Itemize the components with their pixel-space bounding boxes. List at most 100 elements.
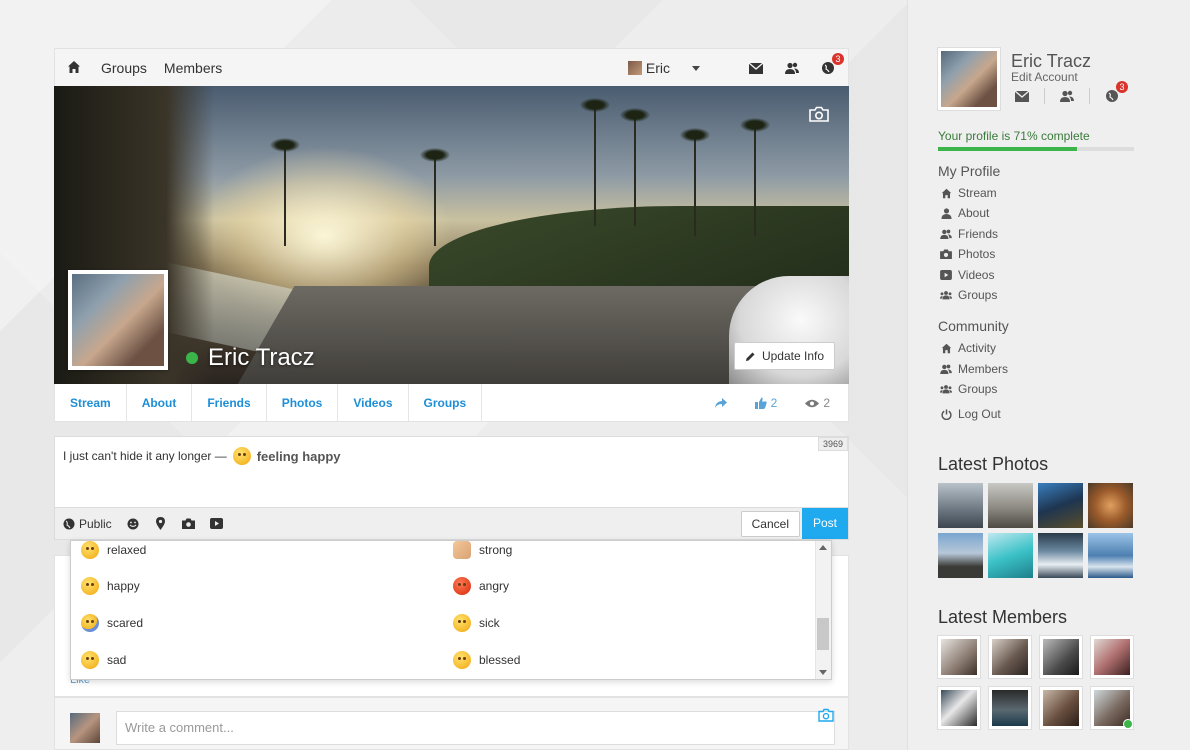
home-icon[interactable]: [67, 60, 83, 76]
photo-thumbnail[interactable]: [938, 533, 983, 578]
relaxed-emoji-icon: [81, 541, 99, 559]
feeling-smiley-icon[interactable]: [126, 517, 140, 531]
nav-groups-link[interactable]: Groups: [101, 60, 147, 76]
logout-link[interactable]: Log Out: [940, 407, 1001, 421]
profile-progress-fill: [938, 147, 1078, 151]
feeling-option-angry[interactable]: angry: [453, 577, 509, 595]
globe-notifications-icon[interactable]: 3: [820, 53, 844, 76]
photo-thumbnail[interactable]: [1088, 483, 1133, 528]
member-avatar[interactable]: [938, 636, 980, 678]
sidebar-item-about[interactable]: About: [940, 206, 989, 220]
photo-thumbnail[interactable]: [1038, 483, 1083, 528]
globe-notifications-icon[interactable]: 3: [1104, 81, 1128, 104]
tab-photos[interactable]: Photos: [267, 384, 339, 421]
comment-camera-icon[interactable]: [818, 708, 834, 722]
feeling-option-happy[interactable]: happy: [81, 577, 140, 595]
feeling-option-label: angry: [479, 579, 510, 593]
photo-thumbnail[interactable]: [938, 483, 983, 528]
sidebar-quick-icons: 3: [1014, 81, 1140, 104]
photo-thumbnail[interactable]: [1088, 533, 1133, 578]
photo-thumbnail[interactable]: [988, 533, 1033, 578]
privacy-selector[interactable]: Public: [63, 517, 112, 531]
edit-account-link[interactable]: Edit Account: [1011, 70, 1078, 84]
online-status-dot: [1123, 719, 1133, 729]
latest-members-heading: Latest Members: [938, 607, 1068, 627]
feeling-option-sad[interactable]: sad: [81, 651, 126, 669]
tab-about[interactable]: About: [127, 384, 193, 421]
sidebar-item-stream[interactable]: Stream: [940, 186, 997, 200]
feeling-option-label: relaxed: [107, 543, 147, 557]
post-composer[interactable]: I just can't hide it any longer — feelin…: [54, 436, 849, 508]
feeling-option-scared[interactable]: scared: [81, 614, 143, 632]
member-avatar[interactable]: [1091, 636, 1133, 678]
feeling-option-sick[interactable]: sick: [453, 614, 500, 632]
groups-icon: [940, 289, 952, 301]
tab-stream[interactable]: Stream: [55, 384, 127, 421]
user-menu-name[interactable]: Eric: [646, 60, 670, 76]
sidebar-item-activity[interactable]: Activity: [940, 341, 996, 355]
video-icon[interactable]: [210, 517, 224, 531]
tab-friends[interactable]: Friends: [192, 384, 267, 421]
pencil-icon: [745, 351, 756, 362]
sidebar-item-label: Groups: [958, 288, 998, 302]
sidebar-item-friends[interactable]: Friends: [940, 227, 998, 241]
photo-thumbnail[interactable]: [1038, 533, 1083, 578]
my-profile-heading: My Profile: [938, 163, 1001, 179]
sidebar-avatar[interactable]: [938, 48, 1000, 110]
member-avatar[interactable]: [989, 636, 1031, 678]
sidebar-item-community-groups[interactable]: Groups: [940, 382, 997, 396]
notification-badge: 3: [1116, 81, 1128, 93]
member-avatar[interactable]: [938, 687, 980, 729]
scroll-up-icon[interactable]: [819, 545, 827, 550]
sidebar-item-photos[interactable]: Photos: [940, 247, 995, 261]
scrollbar-thumb[interactable]: [817, 618, 829, 650]
groups-icon: [940, 383, 952, 395]
chevron-down-icon[interactable]: [692, 65, 700, 71]
member-avatar[interactable]: [1091, 687, 1133, 729]
sidebar-item-label: Videos: [958, 268, 995, 282]
tab-groups[interactable]: Groups: [409, 384, 483, 421]
friends-icon[interactable]: [784, 60, 800, 76]
sidebar-name[interactable]: Eric Tracz: [1011, 51, 1091, 72]
update-info-button[interactable]: Update Info: [733, 342, 835, 370]
home-icon: [940, 187, 952, 199]
feeling-option-blessed[interactable]: blessed: [453, 651, 520, 669]
change-cover-camera-icon[interactable]: [809, 106, 829, 122]
tab-videos[interactable]: Videos: [338, 384, 409, 421]
members-icon: [940, 363, 952, 375]
comment-input[interactable]: Write a comment...: [116, 711, 835, 745]
feeling-option-relaxed[interactable]: relaxed: [81, 541, 146, 559]
profile-avatar[interactable]: [68, 270, 168, 370]
dropdown-scrollbar[interactable]: [815, 541, 831, 679]
cover-photo: Eric Tracz Update Info: [54, 86, 849, 384]
feelings-dropdown[interactable]: relaxed strong happy angry scared sick s…: [70, 540, 832, 680]
sidebar-item-groups[interactable]: Groups: [940, 288, 997, 302]
nav-members-link[interactable]: Members: [164, 60, 222, 76]
friends-icon[interactable]: [1059, 88, 1075, 104]
user-avatar[interactable]: [627, 61, 642, 75]
camera-icon[interactable]: [182, 517, 196, 531]
divider: [1089, 88, 1090, 104]
sidebar-item-members[interactable]: Members: [940, 362, 1008, 376]
latest-photos-heading: Latest Photos: [938, 454, 1049, 474]
likes-stat[interactable]: 2: [754, 396, 777, 410]
feeling-option-strong[interactable]: strong: [453, 541, 512, 559]
feeling-option-label: strong: [479, 543, 513, 557]
views-stat: 2: [805, 396, 830, 410]
share-icon[interactable]: [714, 397, 727, 409]
scroll-down-icon[interactable]: [819, 670, 827, 675]
member-avatar[interactable]: [989, 687, 1031, 729]
member-avatar[interactable]: [1040, 687, 1082, 729]
sidebar-item-videos[interactable]: Videos: [940, 268, 994, 282]
member-avatar[interactable]: [1040, 636, 1082, 678]
messages-icon[interactable]: [1014, 88, 1030, 104]
scared-emoji-icon: [81, 614, 99, 632]
messages-icon[interactable]: [748, 60, 764, 76]
photo-thumbnail[interactable]: [988, 483, 1033, 528]
cancel-button[interactable]: Cancel: [740, 511, 800, 537]
composer-content[interactable]: I just can't hide it any longer — feelin…: [63, 447, 341, 465]
location-pin-icon[interactable]: [154, 517, 168, 531]
views-count: 2: [823, 396, 830, 410]
sidebar-item-label: Stream: [958, 186, 997, 200]
post-button[interactable]: Post: [802, 508, 848, 539]
